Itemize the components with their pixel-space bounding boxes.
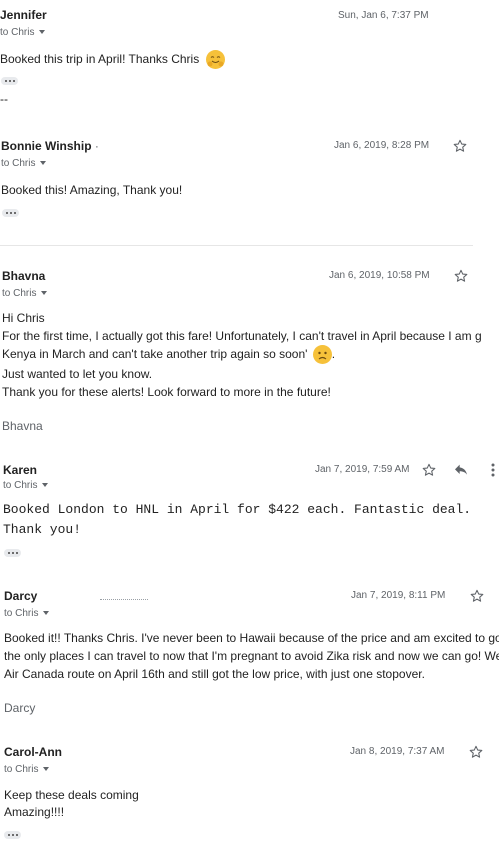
- body-line: Booked it!! Thanks Chris. I've never bee…: [4, 631, 499, 645]
- chevron-down-icon: [43, 767, 50, 772]
- sad-face-emoji-icon: [312, 345, 332, 365]
- body-line: Thank you for these alerts! Look forward…: [2, 385, 331, 399]
- recipient-dropdown[interactable]: to Chris: [4, 764, 50, 775]
- sender-name[interactable]: Darcy: [4, 589, 37, 603]
- sender-name[interactable]: Carol-Ann: [4, 745, 62, 759]
- show-trimmed-content-button[interactable]: [4, 831, 21, 839]
- sender-email-redacted: [100, 599, 148, 602]
- star-icon[interactable]: [469, 588, 485, 604]
- signature: Bhavna: [2, 419, 43, 433]
- recipient-label: to Chris: [4, 608, 39, 619]
- message-body: Booked this trip in April! Thanks Chris: [0, 50, 225, 70]
- show-trimmed-content-button[interactable]: [4, 549, 21, 557]
- star-icon[interactable]: [453, 268, 469, 284]
- message-date: Jan 7, 2019, 8:11 PM: [351, 590, 446, 601]
- body-line: Hi Chris: [2, 311, 45, 325]
- message-date: Jan 6, 2019, 10:58 PM: [329, 270, 430, 281]
- signature: Darcy: [4, 701, 36, 715]
- recipient-label: to Chris: [4, 764, 39, 775]
- sender-name[interactable]: Jennifer: [0, 8, 47, 22]
- body-line: Kenya in March and can't take another tr…: [2, 347, 308, 361]
- star-icon[interactable]: [421, 462, 437, 478]
- recipient-dropdown[interactable]: to Chris: [2, 288, 48, 299]
- body-line: Air Canada route on April 16th and still…: [4, 667, 425, 681]
- recipient-label: to Chris: [1, 158, 36, 169]
- body-line: Keep these deals coming: [4, 788, 139, 802]
- message-body: Booked this! Amazing, Thank you!: [1, 183, 183, 197]
- signature-separator: --: [0, 92, 8, 106]
- body-line-with-emoji: Kenya in March and can't take another tr…: [2, 345, 335, 365]
- recipient-dropdown[interactable]: to Chris: [0, 27, 46, 38]
- star-icon[interactable]: [468, 744, 484, 760]
- message-divider: [0, 245, 473, 246]
- sender-suffix: ·: [94, 139, 99, 153]
- show-trimmed-content-button[interactable]: [2, 209, 19, 217]
- message-date: Jan 8, 2019, 7:37 AM: [350, 746, 445, 757]
- body-line: the only places I can travel to now that…: [4, 649, 499, 663]
- body-line: Booked this trip in April! Thanks Chris: [0, 52, 200, 66]
- recipient-label: to Chris: [3, 480, 38, 491]
- sender-name-group[interactable]: Bonnie Winship ·: [1, 139, 99, 153]
- recipient-label: to Chris: [2, 288, 37, 299]
- sender-name[interactable]: Karen: [3, 463, 37, 477]
- show-trimmed-content-button[interactable]: [1, 77, 18, 85]
- recipient-dropdown[interactable]: to Chris: [4, 608, 50, 619]
- chevron-down-icon: [43, 611, 50, 616]
- body-line: Thank you!: [3, 522, 82, 537]
- body-line: For the first time, I actually got this …: [2, 329, 482, 343]
- recipient-dropdown[interactable]: to Chris: [1, 158, 47, 169]
- sender-name: Bonnie Winship: [1, 139, 92, 153]
- body-line: Booked London to HNL in April for $422 e…: [3, 502, 472, 517]
- message-date: Sun, Jan 6, 7:37 PM: [338, 10, 429, 21]
- recipient-label: to Chris: [0, 27, 35, 38]
- hugging-face-emoji-icon: [205, 50, 225, 70]
- chevron-down-icon: [42, 483, 49, 488]
- chevron-down-icon: [40, 161, 47, 166]
- reply-icon[interactable]: [453, 462, 469, 478]
- body-line: Amazing!!!!: [4, 805, 65, 819]
- message-date: Jan 7, 2019, 7:59 AM: [315, 464, 410, 475]
- message-date: Jan 6, 2019, 8:28 PM: [334, 140, 430, 151]
- chevron-down-icon: [39, 30, 46, 35]
- recipient-dropdown[interactable]: to Chris: [3, 480, 49, 491]
- star-icon[interactable]: [452, 138, 468, 154]
- chevron-down-icon: [41, 291, 48, 296]
- sender-name[interactable]: Bhavna: [2, 269, 45, 283]
- body-line: Just wanted to let you know.: [2, 367, 153, 381]
- more-vert-icon[interactable]: [489, 462, 497, 478]
